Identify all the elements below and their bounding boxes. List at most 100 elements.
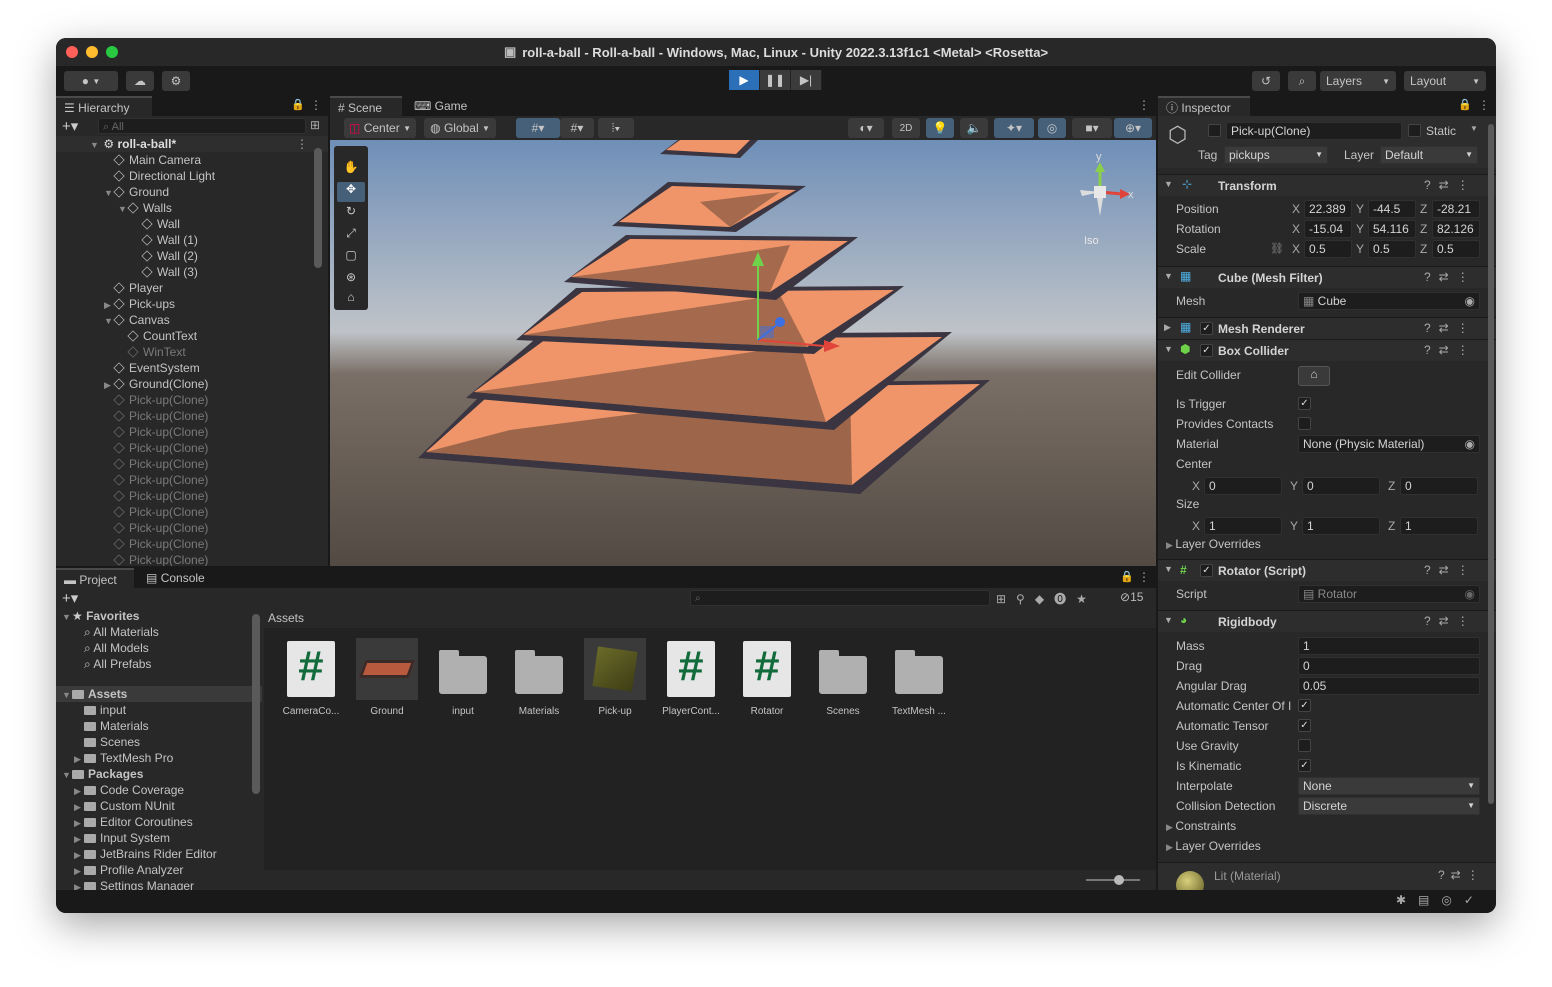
tree-item[interactable]: Scenes — [56, 734, 262, 750]
axis-label[interactable]: Z — [1388, 519, 1395, 533]
layer-dropdown[interactable]: Default ▼ — [1380, 146, 1478, 164]
pivot-dropdown[interactable]: ◫ Center ▼ — [344, 118, 416, 138]
hierarchy-item[interactable]: Pick-up(Clone) — [56, 504, 328, 520]
hierarchy-item[interactable]: Wall — [56, 216, 328, 232]
axis-label[interactable]: X — [1292, 242, 1300, 256]
hierarchy-search-input[interactable]: ⌕ All — [98, 118, 306, 134]
close-window-button[interactable] — [66, 46, 78, 58]
status-icons[interactable]: ✱▤◎✓ — [1396, 893, 1486, 907]
more-menu-icon[interactable]: ⋮ — [1138, 98, 1150, 112]
hierarchy-scrollbar[interactable] — [314, 136, 322, 562]
box-collider-enabled-checkbox[interactable]: ✓ — [1200, 344, 1213, 357]
history-button[interactable]: ↺ — [1252, 71, 1280, 91]
auto-tensor-checkbox[interactable]: ✓ — [1298, 719, 1311, 732]
search-filter-icons[interactable]: ⊞⚲◆⓿★ — [996, 590, 1097, 607]
asset-item[interactable]: # Rotator — [732, 638, 802, 717]
hierarchy-item[interactable]: Pick-up(Clone) — [56, 520, 328, 536]
transform-header[interactable]: ▼ ⊹ Transform ?⇄⋮ — [1158, 174, 1496, 196]
hierarchy-item[interactable]: ▼ Canvas — [56, 312, 328, 328]
interpolate-dropdown[interactable]: None ▼ — [1298, 777, 1480, 795]
vector-field-z[interactable]: 0.5 — [1432, 240, 1480, 258]
axis-label[interactable]: Y — [1290, 479, 1298, 493]
hierarchy-item[interactable]: CountText — [56, 328, 328, 344]
expand-arrow-icon[interactable]: ▶ — [104, 377, 114, 393]
hand-tool-button[interactable]: ✋ — [337, 160, 365, 180]
vector-field-y[interactable]: -44.5 — [1368, 200, 1416, 218]
drag-field[interactable]: 0 — [1298, 657, 1480, 675]
icon-size-slider[interactable] — [1086, 875, 1140, 885]
hierarchy-item[interactable]: Wall (1) — [56, 232, 328, 248]
axis-label[interactable]: Y — [1356, 222, 1364, 236]
rect-tool-button[interactable]: ▢ — [337, 248, 365, 268]
step-button[interactable]: ▶| — [791, 70, 822, 90]
layout-dropdown[interactable]: Layout ▼ — [1404, 71, 1486, 91]
hierarchy-item[interactable]: ▼ Ground — [56, 184, 328, 200]
mesh-renderer-enabled-checkbox[interactable]: ✓ — [1200, 322, 1213, 335]
provides-contacts-checkbox[interactable] — [1298, 417, 1311, 430]
axis-label[interactable]: Z — [1420, 202, 1427, 216]
layers-dropdown[interactable]: Layers ▼ — [1320, 71, 1396, 91]
audio-toggle-button[interactable]: 🔈 — [960, 118, 988, 138]
more-menu-icon[interactable]: ⋮ — [296, 136, 308, 152]
tab-game[interactable]: ⌨ Game — [406, 96, 476, 116]
expand-arrow-icon[interactable]: ▶ — [74, 863, 84, 879]
favorites-row[interactable]: ▼★ Favorites — [56, 608, 262, 624]
component-header-icons[interactable]: ?⇄⋮ — [1424, 563, 1477, 577]
hierarchy-item[interactable]: Pick-up(Clone) — [56, 456, 328, 472]
axis-label[interactable]: Y — [1356, 202, 1364, 216]
hierarchy-item[interactable]: Wall (2) — [56, 248, 328, 264]
more-menu-icon[interactable]: ⋮ — [310, 98, 322, 112]
vector-field-y[interactable]: 0 — [1302, 477, 1380, 495]
expand-arrow-icon[interactable]: ▼ — [104, 313, 114, 329]
tab-hierarchy[interactable]: ☰ Hierarchy — [56, 96, 152, 116]
component-header-icons[interactable]: ?⇄⋮ — [1424, 614, 1477, 628]
asset-item[interactable]: Materials — [504, 638, 574, 717]
assets-row[interactable]: ▼ Assets — [56, 686, 262, 702]
collider-material-field[interactable]: None (Physic Material) ◉ — [1298, 435, 1480, 453]
object-picker-icon[interactable]: ◉ — [1465, 293, 1475, 309]
component-header-icons[interactable]: ?⇄⋮ — [1424, 343, 1477, 357]
tree-item[interactable]: input — [56, 702, 262, 718]
minimize-window-button[interactable] — [86, 46, 98, 58]
is-kinematic-checkbox[interactable]: ✓ — [1298, 759, 1311, 772]
scrollbar-thumb[interactable] — [314, 148, 322, 268]
vector-field-z[interactable]: 82.126 — [1432, 220, 1480, 238]
rigidbody-header[interactable]: ▼ ◕ Rigidbody ?⇄⋮ — [1158, 610, 1496, 632]
static-checkbox[interactable] — [1408, 124, 1421, 137]
hierarchy-item[interactable]: Player — [56, 280, 328, 296]
rotate-tool-button[interactable]: ↻ — [337, 204, 365, 224]
vector-field-z[interactable]: 0 — [1400, 477, 1478, 495]
expand-arrow-icon[interactable]: ▼ — [104, 185, 114, 201]
tag-dropdown[interactable]: pickups ▼ — [1224, 146, 1328, 164]
expand-arrow-icon[interactable]: ▶ — [74, 847, 84, 863]
axis-label[interactable]: Z — [1420, 222, 1427, 236]
axis-label[interactable]: X — [1292, 222, 1300, 236]
hierarchy-item[interactable]: Directional Light — [56, 168, 328, 184]
tree-item[interactable]: ▶ TextMesh Pro — [56, 750, 262, 766]
tree-scrollbar[interactable] — [252, 614, 260, 794]
transform-tool-button[interactable]: ⊛ — [337, 270, 365, 290]
more-menu-icon[interactable]: ⋮ — [1478, 98, 1490, 112]
mesh-renderer-header[interactable]: ▶ ▦ ✓ Mesh Renderer ?⇄⋮ — [1158, 317, 1496, 339]
search-button[interactable]: ⌕ — [1288, 71, 1316, 91]
expand-arrow-icon[interactable]: ▶ — [74, 831, 84, 847]
component-header-icons[interactable]: ?⇄⋮ — [1438, 868, 1485, 882]
object-name-field[interactable]: Pick-up(Clone) — [1226, 122, 1402, 140]
hierarchy-item[interactable]: Pick-up(Clone) — [56, 552, 328, 566]
chevron-down-icon[interactable]: ▼ — [1470, 124, 1478, 133]
collapse-arrow-icon[interactable]: ▼ — [90, 137, 100, 153]
asset-item[interactable]: # PlayerCont... — [656, 638, 726, 717]
rotator-header[interactable]: ▼ # ✓ Rotator (Script) ?⇄⋮ — [1158, 559, 1496, 581]
object-picker-icon[interactable]: ◉ — [1465, 436, 1475, 452]
rotator-enabled-checkbox[interactable]: ✓ — [1200, 564, 1213, 577]
vector-field-y[interactable]: 0.5 — [1368, 240, 1416, 258]
mesh-filter-header[interactable]: ▼ ▦ Cube (Mesh Filter) ?⇄⋮ — [1158, 266, 1496, 288]
vector-field-y[interactable]: 54.116 — [1368, 220, 1416, 238]
hierarchy-item[interactable]: Wall (3) — [56, 264, 328, 280]
scene-row[interactable]: ▼ ⚙ roll-a-ball* ⋮ — [56, 136, 328, 152]
is-trigger-checkbox[interactable]: ✓ — [1298, 397, 1311, 410]
axis-label[interactable]: X — [1292, 202, 1300, 216]
tree-item[interactable]: ⌕ All Materials — [56, 624, 262, 640]
project-search-input[interactable]: ⌕ — [690, 590, 990, 606]
lock-icon[interactable]: 🔒 — [1458, 98, 1472, 111]
